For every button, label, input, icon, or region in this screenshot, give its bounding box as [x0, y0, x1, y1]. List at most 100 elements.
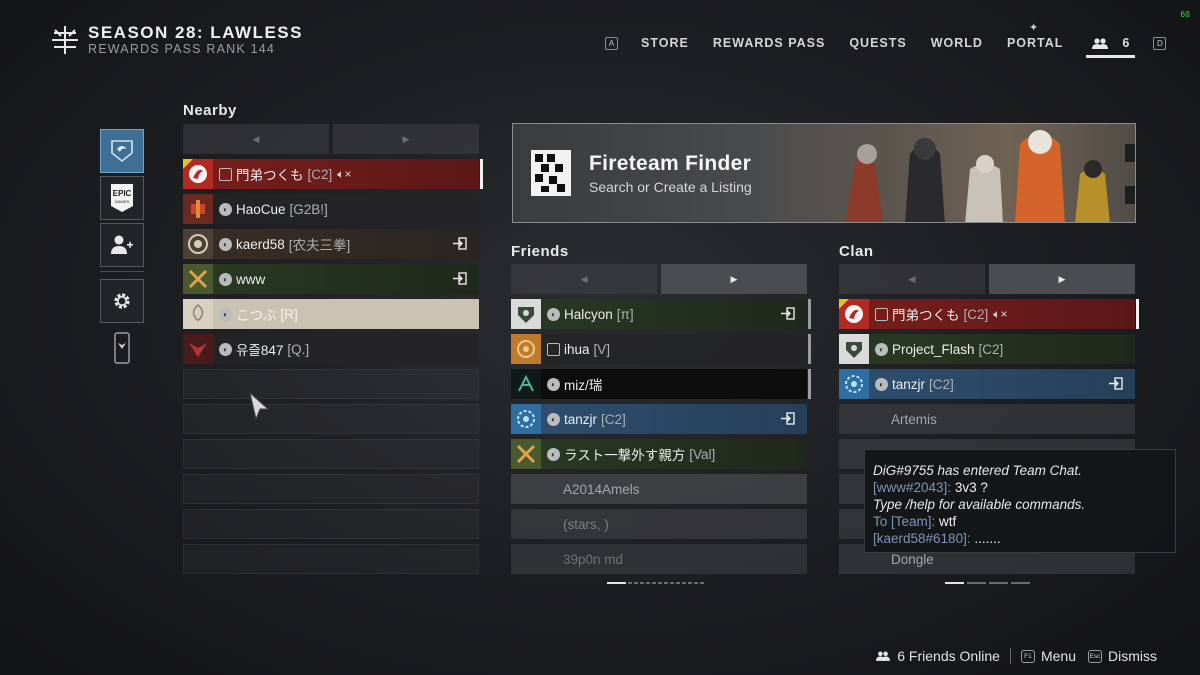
join-icon[interactable] — [453, 272, 467, 285]
companion-app-button[interactable] — [100, 326, 144, 370]
nearby-next-page[interactable]: ▶ — [333, 124, 479, 154]
list-item[interactable]: ◐ こつぶ [R] — [183, 299, 479, 329]
player-name: HaoCue — [236, 201, 286, 217]
row-scroll-marker — [808, 334, 811, 364]
leader-corner-marker — [839, 299, 849, 309]
emblem-icon — [183, 264, 213, 294]
player-name: kaerd58 — [236, 236, 285, 252]
list-item[interactable]: ◐ miz/瑞 — [511, 369, 811, 399]
empty-slot — [183, 404, 479, 434]
player-name: Project_Flash — [892, 341, 975, 357]
player-name: 門弟つくも — [892, 308, 960, 323]
emblem-icon — [839, 369, 869, 399]
nav-portal[interactable]: ✦ PORTAL — [1006, 22, 1064, 50]
fireteam-finder-subtitle: Search or Create a Listing — [589, 179, 752, 195]
fireteam-finder-banner[interactable]: Fireteam Finder Search or Create a Listi… — [512, 123, 1136, 223]
emblem-icon — [183, 194, 213, 224]
emblem-icon — [511, 299, 541, 329]
join-icon[interactable] — [453, 237, 467, 250]
nav-portal-label: PORTAL — [1006, 36, 1064, 50]
nearby-title: Nearby — [183, 102, 237, 119]
list-item[interactable]: ◐ www — [183, 264, 479, 294]
clan-tag: [C2] — [978, 341, 1004, 357]
next-tab-key[interactable]: D — [1153, 36, 1167, 50]
nearby-prev-page[interactable]: ◀ — [183, 124, 329, 154]
season-logo-icon — [52, 26, 78, 54]
chat-message: To [Team]: wtf — [873, 513, 1167, 530]
player-name: tanzjr — [892, 376, 926, 392]
friends-list: ◐ Halcyon [π] ihua [V] ◐ miz/瑞 ◐ tanzjr … — [511, 299, 811, 579]
list-item[interactable]: ihua [V] — [511, 334, 811, 364]
clan-page-indicator — [945, 582, 1030, 584]
clan-prev-page[interactable]: ◀ — [839, 264, 985, 294]
epic-games-icon: EPIC GAMES — [111, 184, 133, 212]
player-name: 유즐847 — [236, 343, 284, 358]
epic-games-button[interactable]: EPIC GAMES — [100, 176, 144, 220]
clan-tag: [C2] — [307, 166, 333, 182]
settings-button[interactable] — [100, 279, 144, 323]
clan-tag: [G2B!] — [289, 201, 328, 217]
list-item[interactable]: (stars, ) — [511, 509, 807, 539]
friends-prev-page[interactable]: ◀ — [511, 264, 657, 294]
fps-counter: 60 — [1180, 10, 1190, 19]
list-item[interactable]: ◐ tanzjr [C2] — [839, 369, 1135, 399]
steam-platform-icon: ◐ — [219, 202, 232, 216]
list-item[interactable]: Artemis — [839, 404, 1135, 434]
muted-speaker-icon[interactable]: 🔈︎× — [993, 307, 1007, 322]
nav-rewards-pass[interactable]: REWARDS PASS — [713, 36, 825, 50]
nav-world[interactable]: WORLD — [931, 36, 983, 50]
chat-text: ....... — [974, 531, 1001, 546]
list-item[interactable]: 39p0n md — [511, 544, 807, 574]
nav-store[interactable]: STORE — [641, 36, 689, 50]
list-item[interactable]: ◐ HaoCue [G2B!] — [183, 194, 479, 224]
rail-divider — [100, 271, 144, 272]
friends-next-page[interactable]: ▶ — [661, 264, 807, 294]
clan-banner-button[interactable] — [100, 129, 144, 173]
menu-button[interactable]: Menu — [1041, 648, 1076, 664]
chat-sender: [kaerd58#6180]: — [873, 531, 971, 546]
chat-message: [www#2043]: 3v3 ? — [873, 479, 1167, 496]
friends-icon — [1092, 37, 1109, 49]
clan-banner-icon — [111, 140, 133, 163]
friends-online-icon — [876, 651, 891, 661]
emblem-icon — [511, 404, 541, 434]
clan-tag: [Val] — [689, 446, 716, 462]
list-item[interactable]: ◐ Halcyon [π] — [511, 299, 811, 329]
chat-text: wtf — [939, 514, 957, 529]
clan-tag: [π] — [616, 306, 634, 322]
fireteam-finder-icon — [531, 150, 571, 196]
steam-platform-icon: ◐ — [219, 272, 232, 286]
emblem-icon — [511, 369, 541, 399]
join-icon[interactable] — [781, 412, 795, 425]
empty-slot — [183, 509, 479, 539]
list-item[interactable]: ◐ tanzjr [C2] — [511, 404, 807, 434]
emblem-icon — [183, 229, 213, 259]
add-friend-button[interactable] — [100, 223, 144, 267]
list-item[interactable]: ◐ ラスト一撃外す親方 [Val] — [511, 439, 807, 469]
nav-quests[interactable]: QUESTS — [849, 36, 906, 50]
emblem-icon — [511, 439, 541, 469]
clan-next-page[interactable]: ▶ — [989, 264, 1135, 294]
pc-platform-icon — [547, 342, 560, 356]
friends-page-indicator — [607, 582, 704, 584]
season-title: SEASON 28: LAWLESS — [88, 23, 303, 42]
chat-sender: [www#2043]: — [873, 480, 952, 495]
join-icon[interactable] — [1109, 377, 1123, 390]
portal-star-icon: ✦ — [1028, 22, 1040, 34]
top-navigation: A STORE REWARDS PASS QUESTS WORLD ✦ PORT… — [605, 22, 1167, 58]
list-item[interactable]: ◐ kaerd58 [农夫三拳] — [183, 229, 479, 259]
list-item[interactable]: ◐ 유즐847 [Q.] — [183, 334, 479, 364]
join-icon[interactable] — [781, 307, 795, 320]
steam-platform-icon: ◐ — [547, 447, 560, 461]
friends-online-count: 6 Friends Online — [897, 648, 1000, 664]
list-item[interactable]: A2014Amels — [511, 474, 807, 504]
list-item[interactable]: ◐ Project_Flash [C2] — [839, 334, 1135, 364]
list-item[interactable]: 門弟つくも [C2] 🔈︎× — [183, 159, 483, 189]
list-item[interactable]: 門弟つくも [C2] 🔈︎× — [839, 299, 1139, 329]
muted-speaker-icon[interactable]: 🔈︎× — [337, 167, 351, 182]
prev-tab-key[interactable]: A — [605, 36, 618, 50]
dismiss-button[interactable]: Dismiss — [1108, 648, 1157, 664]
clan-tag: [C2] — [601, 411, 626, 427]
emblem-icon — [183, 334, 213, 364]
nav-friends-tab[interactable]: 6 — [1086, 34, 1136, 58]
